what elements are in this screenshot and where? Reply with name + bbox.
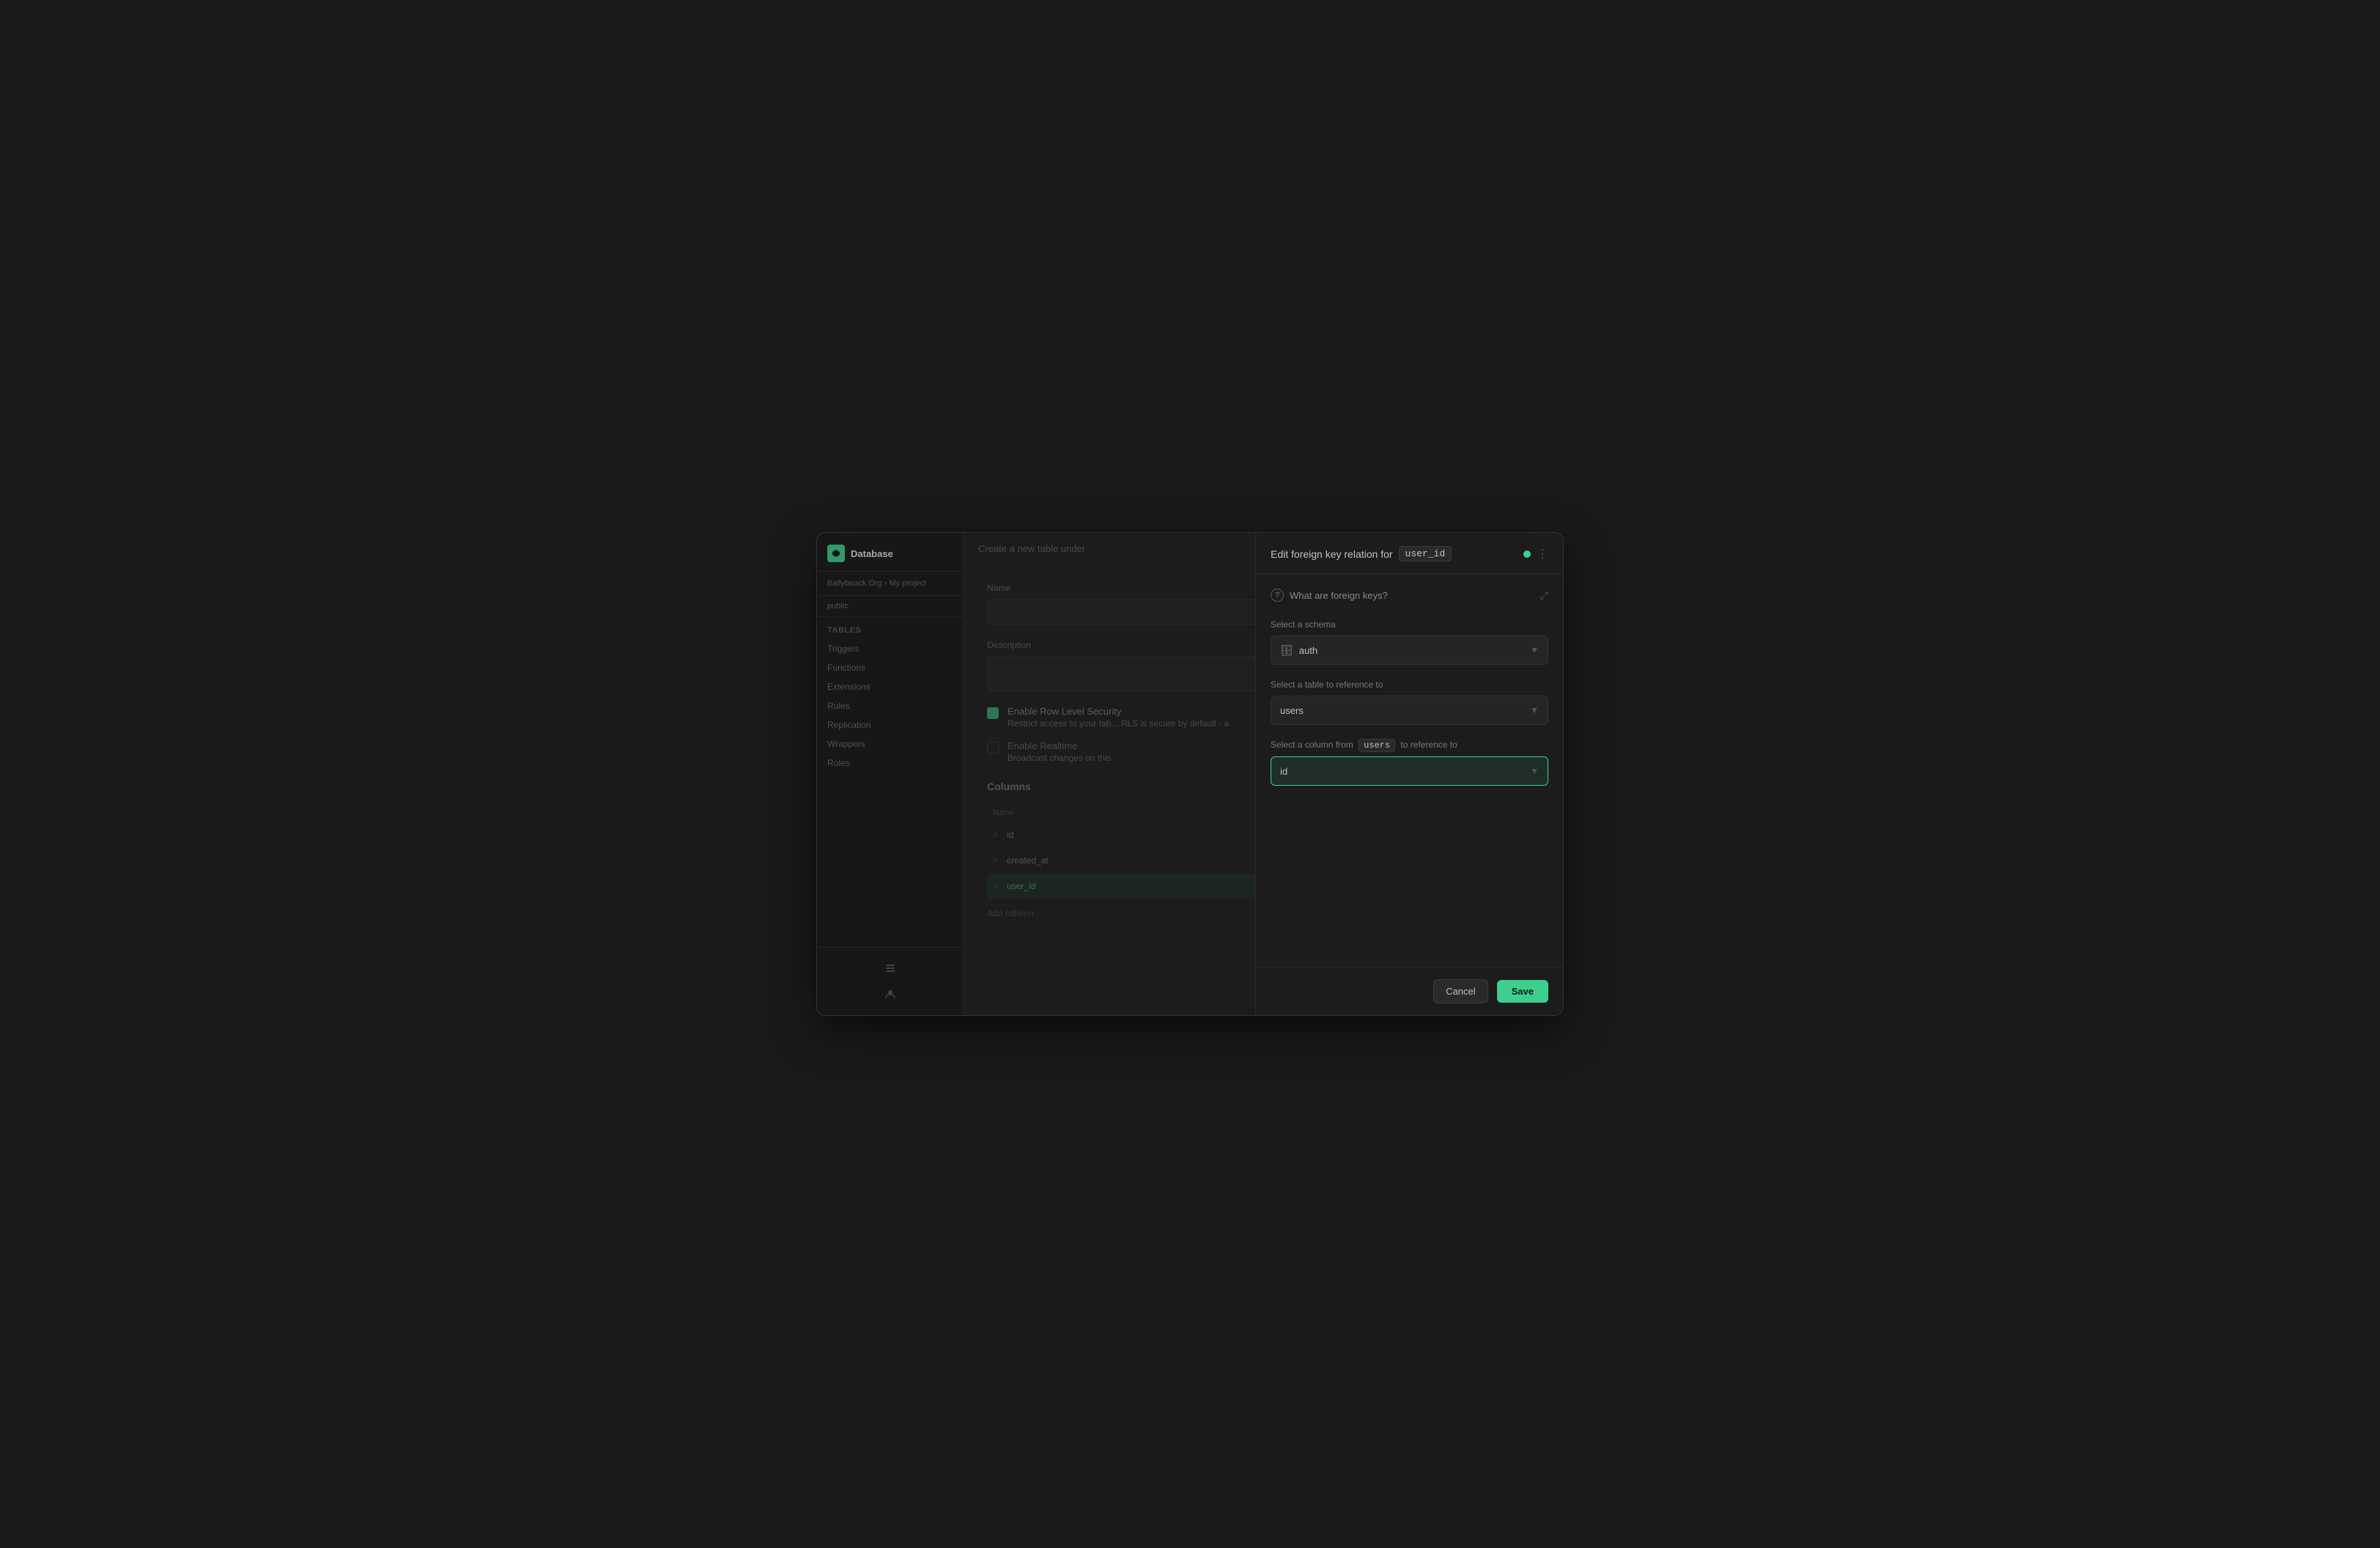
schema-select[interactable]: 🗄 auth ▼ bbox=[1271, 635, 1548, 665]
help-icon: ? bbox=[1271, 589, 1284, 602]
realtime-label: Enable Realtime bbox=[1008, 740, 1111, 751]
sidebar-org: Ballybeack Org › My project bbox=[817, 572, 963, 596]
nav-icon-database[interactable] bbox=[879, 957, 902, 980]
column-value-display: id bbox=[1280, 766, 1287, 777]
help-row: ? What are foreign keys? ⤢ bbox=[1271, 589, 1548, 602]
cancel-button[interactable]: Cancel bbox=[1433, 979, 1488, 1003]
app-window: Database Ballybeack Org › My project pub… bbox=[816, 532, 1564, 1016]
panel-title-prefix: Edit foreign key relation for bbox=[1271, 548, 1393, 560]
help-text-group: ? What are foreign keys? bbox=[1271, 589, 1388, 602]
drag-handle-icon: ≡ bbox=[993, 855, 998, 866]
green-status-dot bbox=[1523, 550, 1531, 558]
panel-footer: Cancel Save bbox=[1256, 967, 1563, 1015]
column-label: Select a column from users to reference … bbox=[1271, 740, 1548, 751]
main-header-text: Create a new table under bbox=[978, 543, 1085, 554]
schema-value-text: auth bbox=[1299, 645, 1318, 656]
sidebar-schema: public bbox=[817, 596, 963, 617]
panel-header: Edit foreign key relation for user_id ⋮ bbox=[1256, 533, 1563, 574]
database-icon: 🗄 bbox=[1280, 644, 1293, 657]
rls-checkbox bbox=[987, 707, 999, 719]
schema-value-display: 🗄 auth bbox=[1280, 644, 1318, 657]
app-logo bbox=[827, 545, 845, 562]
sidebar-header: Database bbox=[817, 533, 963, 572]
schema-field-group: Select a schema 🗄 auth ▼ bbox=[1271, 619, 1548, 665]
panel-body: ? What are foreign keys? ⤢ Select a sche… bbox=[1256, 574, 1563, 967]
schema-select-arrow: ▼ bbox=[1530, 645, 1539, 655]
sidebar-item-functions[interactable]: Functions bbox=[817, 658, 963, 677]
col-created-at-name: created_at bbox=[1007, 855, 1049, 866]
sidebar-item-wrappers[interactable]: Wrappers bbox=[817, 734, 963, 753]
column-label-prefix: Select a column from bbox=[1271, 740, 1353, 750]
col-user-id-name: user_id bbox=[1007, 881, 1035, 891]
rls-desc: Restrict access to your tab... RLS is se… bbox=[1008, 718, 1229, 729]
schema-label: Select a schema bbox=[1271, 619, 1548, 630]
sidebar-title: Database bbox=[851, 548, 893, 559]
drag-handle-icon: ≡ bbox=[993, 830, 998, 840]
nav-icon-user[interactable] bbox=[879, 983, 902, 1006]
sidebar-item-extensions[interactable]: Extensions bbox=[817, 677, 963, 696]
column-select-arrow: ▼ bbox=[1530, 766, 1539, 776]
table-value-display: users bbox=[1280, 705, 1304, 716]
table-label: Select a table to reference to bbox=[1271, 679, 1548, 690]
column-label-suffix: to reference to bbox=[1400, 740, 1457, 750]
table-value-text: users bbox=[1280, 705, 1304, 716]
name-column-header: Name bbox=[993, 808, 1014, 817]
column-value-text: id bbox=[1280, 766, 1287, 777]
panel-title: Edit foreign key relation for user_id bbox=[1271, 546, 1452, 561]
sidebar: Database Ballybeack Org › My project pub… bbox=[817, 533, 964, 1015]
col-id-name: id bbox=[1007, 830, 1013, 840]
panel-header-actions: ⋮ bbox=[1523, 547, 1548, 561]
tables-section-title: Tables bbox=[817, 617, 963, 639]
table-select[interactable]: users ▼ bbox=[1271, 696, 1548, 725]
sidebar-item-replication[interactable]: Replication bbox=[817, 715, 963, 734]
help-label: What are foreign keys? bbox=[1290, 590, 1388, 601]
column-select[interactable]: id ▼ bbox=[1271, 756, 1548, 786]
table-field-group: Select a table to reference to users ▼ bbox=[1271, 679, 1548, 725]
sidebar-item-roles[interactable]: Roles bbox=[817, 753, 963, 773]
rls-label: Enable Row Level Security bbox=[1008, 706, 1229, 717]
panel-more-icon[interactable]: ⋮ bbox=[1537, 547, 1548, 561]
sidebar-item-rules[interactable]: Rules bbox=[817, 696, 963, 715]
save-button[interactable]: Save bbox=[1497, 980, 1548, 1003]
column-label-table: users bbox=[1359, 739, 1395, 752]
sidebar-item-triggers[interactable]: Triggers bbox=[817, 639, 963, 658]
realtime-desc: Broadcast changes on this bbox=[1008, 753, 1111, 763]
expand-icon[interactable]: ⤢ bbox=[1540, 589, 1548, 602]
panel-title-field: user_id bbox=[1399, 546, 1452, 561]
table-select-arrow: ▼ bbox=[1530, 705, 1539, 715]
drag-handle-icon: ≡ bbox=[993, 881, 998, 891]
realtime-checkbox bbox=[987, 742, 999, 753]
foreign-key-panel: Edit foreign key relation for user_id ⋮ … bbox=[1255, 533, 1563, 1015]
column-field-group: Select a column from users to reference … bbox=[1271, 740, 1548, 786]
